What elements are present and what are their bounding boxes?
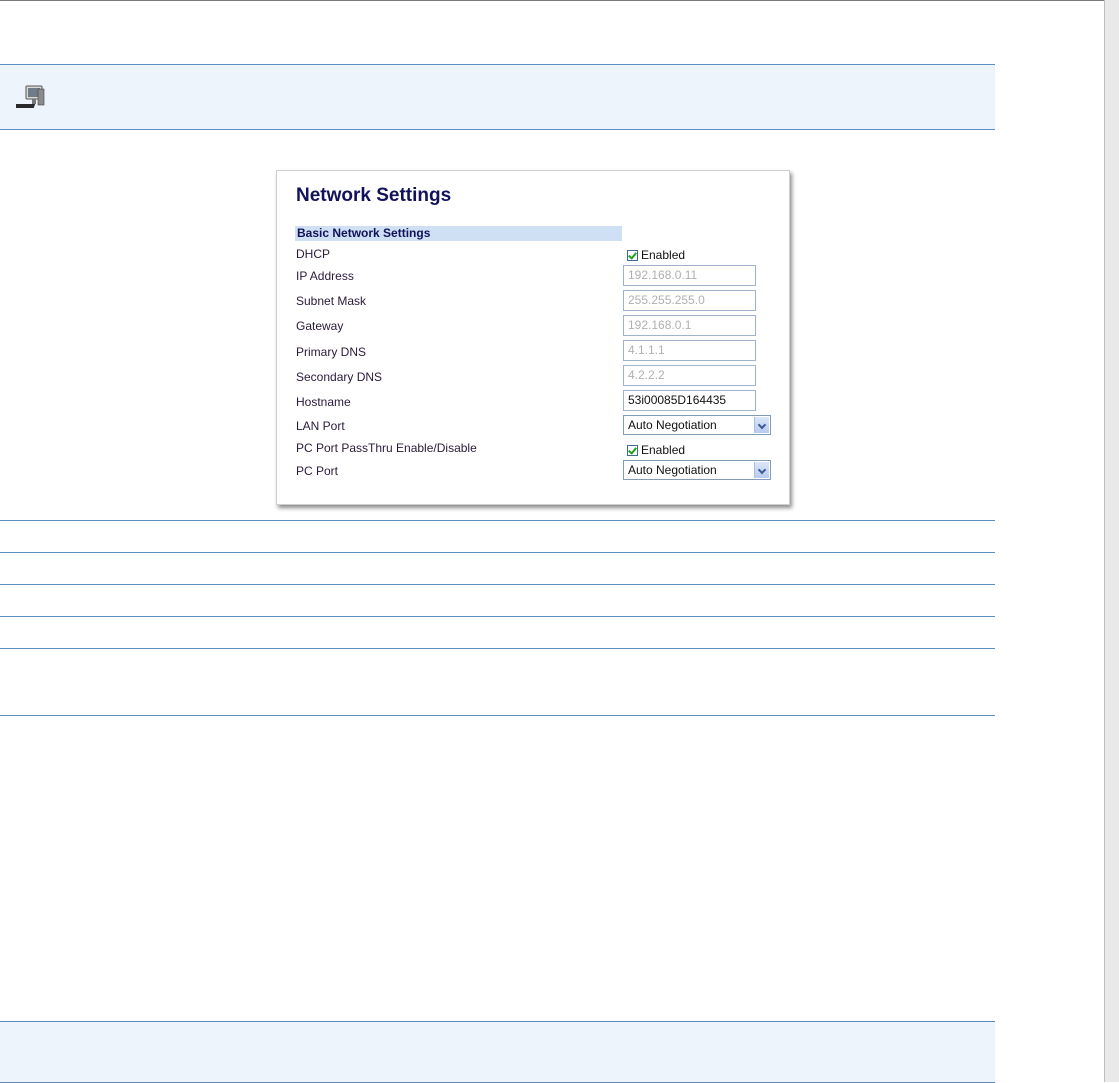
chevron-down-icon[interactable] xyxy=(754,462,769,478)
gateway-label: Gateway xyxy=(296,319,344,333)
dhcp-checkbox-box[interactable] xyxy=(627,249,638,261)
pc-passthru-checkbox-label: Enabled xyxy=(641,443,686,457)
dhcp-label: DHCP xyxy=(296,247,331,261)
lan-port-select-value: Auto Negotiation xyxy=(628,418,717,432)
secondary-dns-field[interactable]: 4.2.2.2 xyxy=(623,365,756,386)
subnet-mask-field[interactable]: 255.255.255.0 xyxy=(623,290,756,311)
table-row-divider xyxy=(0,520,995,521)
table-row-divider xyxy=(0,584,995,585)
note-band-bottom xyxy=(0,1021,995,1083)
table-row-divider xyxy=(0,648,995,649)
gateway-field[interactable]: 192.168.0.1 xyxy=(623,315,756,336)
pc-port-select-value: Auto Negotiation xyxy=(628,463,717,477)
primary-dns-label: Primary DNS xyxy=(296,345,367,359)
hostname-field[interactable]: 53i00085D164435 xyxy=(623,390,756,411)
pc-passthru-checkbox[interactable]: Enabled xyxy=(627,442,685,458)
table-row-divider xyxy=(0,552,995,553)
top-rule xyxy=(0,0,1119,1)
dhcp-checkbox[interactable]: Enabled xyxy=(627,247,685,263)
hostname-label: Hostname xyxy=(296,395,351,409)
right-margin-strip xyxy=(1104,0,1119,1082)
note-band-top xyxy=(0,64,995,130)
section-header-basic-network: Basic Network Settings xyxy=(295,226,622,241)
secondary-dns-label: Secondary DNS xyxy=(296,370,383,384)
table-row-divider xyxy=(0,616,995,617)
page-title: Network Settings xyxy=(296,185,452,206)
table-row-divider xyxy=(0,715,995,716)
ip-address-field[interactable]: 192.168.0.11 xyxy=(623,265,756,286)
pc-port-label: PC Port xyxy=(296,464,339,478)
pc-port-select[interactable]: Auto Negotiation xyxy=(623,460,771,480)
lan-port-select[interactable]: Auto Negotiation xyxy=(623,415,771,435)
pc-passthru-checkbox-box[interactable] xyxy=(627,444,638,456)
right-margin-border xyxy=(1104,0,1105,1082)
subnet-mask-label: Subnet Mask xyxy=(296,294,367,308)
primary-dns-field[interactable]: 4.1.1.1 xyxy=(623,340,756,361)
computer-note-icon xyxy=(16,85,45,108)
pc-passthru-label: PC Port PassThru Enable/Disable xyxy=(296,441,477,455)
ip-address-label: IP Address xyxy=(296,269,354,283)
dhcp-checkbox-label: Enabled xyxy=(641,248,686,262)
network-settings-panel: Network Settings Basic Network Settings … xyxy=(276,170,790,505)
lan-port-label: LAN Port xyxy=(296,419,345,433)
chevron-down-icon[interactable] xyxy=(754,417,769,433)
